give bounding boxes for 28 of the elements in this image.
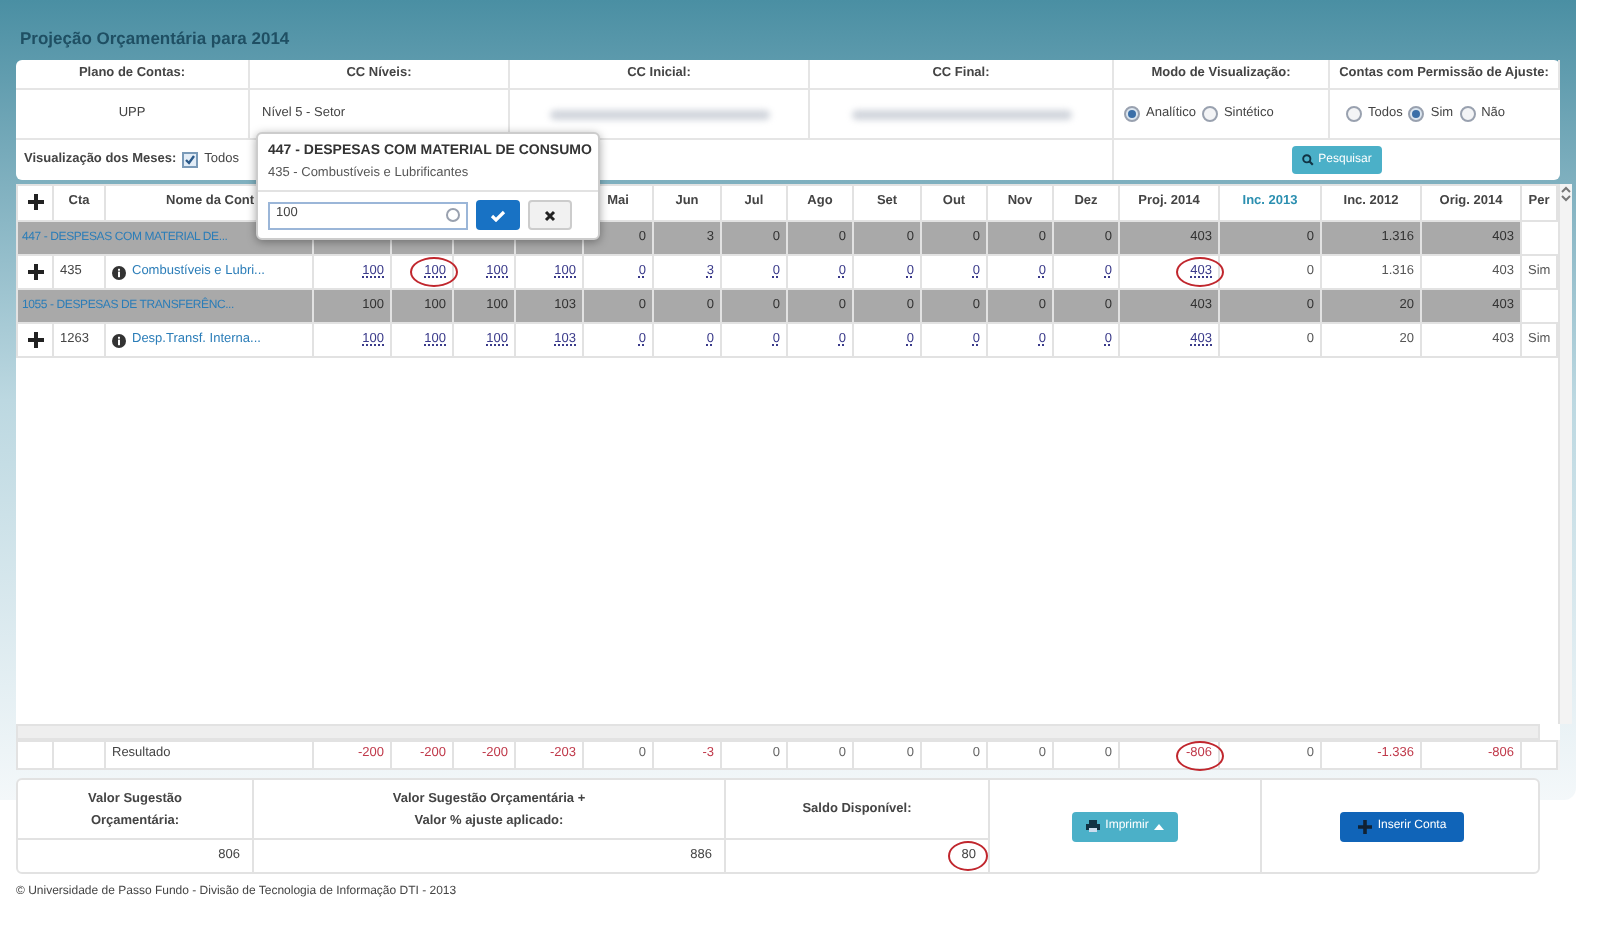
printer-icon bbox=[1085, 820, 1100, 832]
page-title: Projeção Orçamentária para 2014 bbox=[18, 25, 292, 52]
highlight-circle bbox=[1176, 257, 1224, 287]
horizontal-scrollbar[interactable] bbox=[16, 724, 1540, 740]
info-icon[interactable] bbox=[112, 333, 126, 347]
check-icon bbox=[490, 209, 506, 221]
checkbox[interactable] bbox=[182, 152, 199, 168]
highlight-circle bbox=[410, 257, 458, 287]
close-icon bbox=[544, 209, 556, 221]
plus-icon[interactable] bbox=[27, 331, 43, 348]
radio-button[interactable] bbox=[1124, 106, 1140, 122]
info-icon[interactable] bbox=[112, 265, 126, 279]
plus-icon bbox=[1357, 819, 1372, 833]
highlight-circle bbox=[948, 841, 988, 871]
radio-button[interactable] bbox=[1459, 106, 1476, 122]
confirm-button[interactable] bbox=[476, 200, 520, 230]
radio-button[interactable] bbox=[1201, 106, 1218, 122]
cancel-button[interactable] bbox=[528, 200, 572, 230]
vertical-scrollbar[interactable] bbox=[1558, 184, 1572, 724]
clear-icon[interactable] bbox=[446, 208, 460, 222]
plus-icon[interactable] bbox=[27, 263, 43, 280]
caret-icon bbox=[1154, 823, 1165, 829]
radio-button[interactable] bbox=[1346, 106, 1362, 122]
search-icon bbox=[1302, 154, 1315, 166]
scroll-arrows-icon[interactable] bbox=[1560, 184, 1572, 204]
highlight-circle bbox=[1176, 740, 1224, 770]
radio-button[interactable] bbox=[1408, 106, 1425, 122]
plus-icon[interactable] bbox=[27, 194, 43, 211]
